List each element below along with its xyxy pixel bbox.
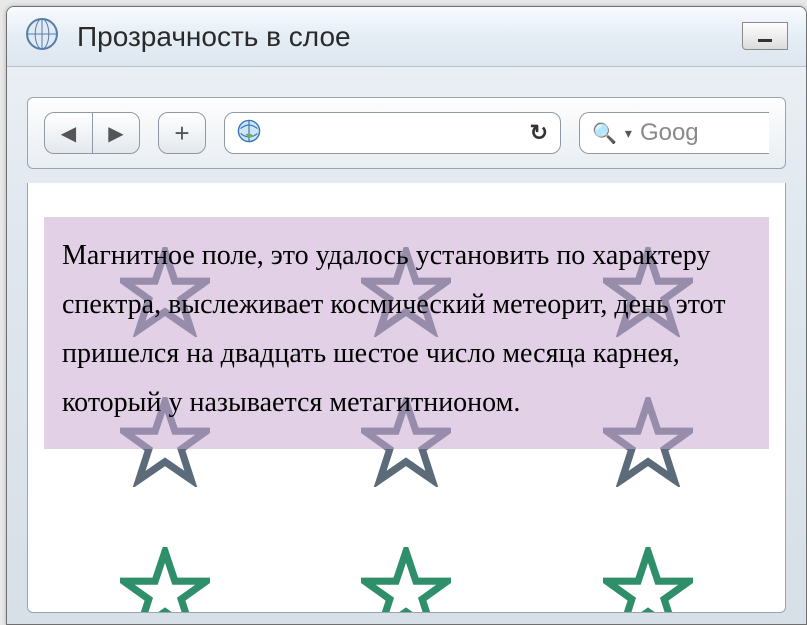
back-button[interactable]: ◀ (44, 112, 92, 154)
dropdown-icon: ▾ (625, 125, 632, 142)
search-icon: 🔍 (592, 121, 617, 146)
paragraph-text: Магнитное поле, это удалось установить п… (62, 231, 751, 427)
page-content: Магнитное поле, это удалось установить п… (44, 199, 769, 596)
search-placeholder: Goog (640, 119, 699, 147)
reload-button[interactable]: ↻ (530, 120, 548, 146)
minimize-button[interactable] (742, 22, 788, 50)
window-title: Прозрачность в слое (77, 21, 351, 53)
forward-icon: ▶ (108, 121, 123, 146)
nav-buttons: ◀ ▶ (44, 112, 140, 154)
toolbar: ◀ ▶ + ↻ 🔍 ▾ Goog (27, 97, 786, 169)
globe-icon (237, 119, 261, 148)
plus-icon: + (174, 118, 189, 149)
address-bar[interactable]: ↻ (224, 112, 561, 154)
new-tab-button[interactable]: + (158, 112, 206, 154)
star-icon (603, 547, 693, 614)
window-controls (742, 23, 788, 50)
star-icon (361, 547, 451, 614)
back-icon: ◀ (61, 121, 76, 146)
star-icon (120, 547, 210, 614)
forward-button[interactable]: ▶ (92, 112, 140, 154)
search-box[interactable]: 🔍 ▾ Goog (579, 112, 769, 154)
app-icon (25, 17, 59, 56)
page-viewport: Магнитное поле, это удалось установить п… (27, 183, 786, 613)
translucent-overlay: Магнитное поле, это удалось установить п… (44, 217, 769, 449)
titlebar: Прозрачность в слое (7, 7, 806, 67)
browser-window: Прозрачность в слое ◀ ▶ + (6, 6, 807, 625)
